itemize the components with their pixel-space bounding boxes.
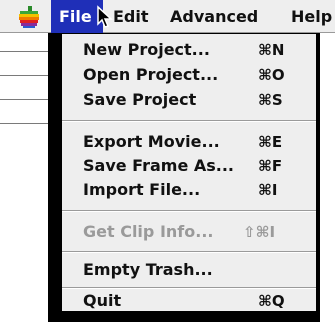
menu-item-label: Get Clip Info... xyxy=(83,222,214,241)
menu-item-label: Open Project... xyxy=(83,65,219,84)
arrow-cursor-icon xyxy=(97,5,113,28)
menu-item-new-project[interactable]: New Project... ⌘N xyxy=(62,38,316,62)
menu-item-shortcut: ⌘Q xyxy=(258,292,285,310)
menu-item-save-project[interactable]: Save Project ⌘S xyxy=(62,88,316,112)
menu-item-shortcut: ⇧⌘I xyxy=(243,223,276,241)
file-menu-dropdown: New Project... ⌘N Open Project... ⌘O Sav… xyxy=(61,33,317,312)
menu-item-shortcut: ⌘I xyxy=(258,181,278,199)
menu-item-shortcut: ⌘E xyxy=(258,133,283,151)
menu-item-export-movie[interactable]: Export Movie... ⌘E xyxy=(62,130,316,154)
menu-separator xyxy=(62,210,316,212)
menu-item-shortcut: ⌘S xyxy=(258,91,283,109)
menu-separator xyxy=(62,120,316,122)
menu-item-label: Import File... xyxy=(83,180,201,199)
menu-advanced[interactable]: Advanced xyxy=(162,0,266,33)
menu-item-label: Save Project xyxy=(83,90,197,109)
menu-item-save-frame-as[interactable]: Save Frame As... ⌘F xyxy=(62,154,316,178)
menu-item-shortcut: ⌘F xyxy=(258,157,283,175)
menu-item-label: Save Frame As... xyxy=(83,156,234,175)
menu-bar: File Edit Advanced Help xyxy=(0,0,335,33)
menu-item-quit[interactable]: Quit ⌘Q xyxy=(62,289,316,313)
menu-item-open-project[interactable]: Open Project... ⌘O xyxy=(62,63,316,87)
menu-item-label: New Project... xyxy=(83,40,210,59)
menu-item-import-file[interactable]: Import File... ⌘I xyxy=(62,178,316,202)
apple-logo-icon[interactable] xyxy=(18,6,40,28)
menu-item-get-clip-info: Get Clip Info... ⇧⌘I xyxy=(62,220,316,244)
menu-item-shortcut: ⌘N xyxy=(258,41,285,59)
menu-item-empty-trash[interactable]: Empty Trash... xyxy=(62,258,316,282)
menu-item-label: Quit xyxy=(83,291,122,310)
menu-item-label: Empty Trash... xyxy=(83,260,213,279)
menu-separator xyxy=(62,251,316,253)
menu-help[interactable]: Help xyxy=(283,0,335,33)
menu-item-label: Export Movie... xyxy=(83,132,220,151)
menu-item-shortcut: ⌘O xyxy=(258,66,285,84)
